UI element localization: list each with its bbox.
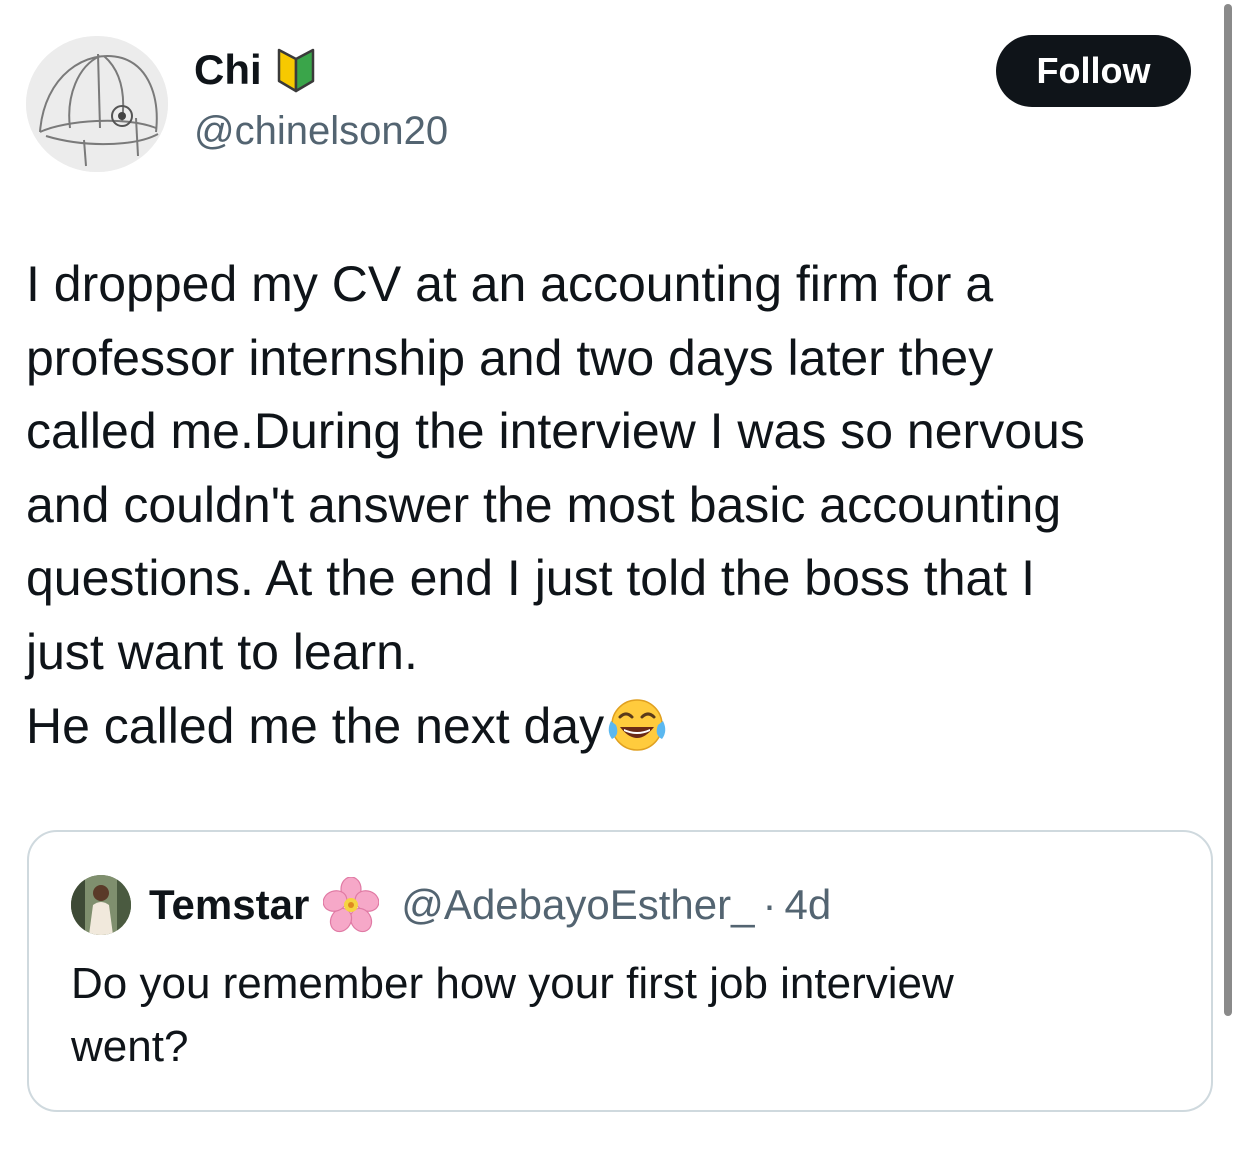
scrollbar-thumb[interactable] <box>1224 4 1232 1016</box>
quoted-author-name[interactable]: Temstar <box>149 881 309 929</box>
follow-button[interactable]: Follow <box>996 35 1191 107</box>
quoted-tweet-time[interactable]: 4d <box>784 881 831 929</box>
quoted-author-handle[interactable]: @AdebayoEsther_ <box>401 881 754 929</box>
tweet-line: questions. At the end I just told the bo… <box>26 550 1035 607</box>
tweet-line: He called me the next day <box>26 697 605 754</box>
quoted-tweet-card[interactable]: Temstar @AdebayoEsther_ · 4d Do you reme… <box>27 830 1213 1112</box>
cherry-blossom-emoji-icon <box>322 876 380 933</box>
tweet-last-line: He called me the next day <box>26 690 1206 764</box>
tweet-line: called me.During the interview I was so … <box>26 403 1085 460</box>
quoted-tweet-line: went? <box>71 1022 189 1071</box>
tweet-line: professor internship and two days later … <box>26 329 994 386</box>
author-avatar[interactable] <box>26 36 168 172</box>
quoted-tweet-line: Do you remember how your first job inter… <box>71 959 954 1008</box>
author-handle[interactable]: @chinelson20 <box>194 106 448 156</box>
beginner-shield-icon <box>276 47 316 93</box>
author-display-name[interactable]: Chi <box>194 44 262 96</box>
tweet-line: and couldn't answer the most basic accou… <box>26 476 1062 533</box>
author-name-row: Chi <box>194 44 316 96</box>
quoted-tweet-header: Temstar @AdebayoEsther_ · 4d <box>149 876 831 934</box>
tears-of-joy-emoji-icon <box>606 695 668 755</box>
tweet-line: I dropped my CV at an accounting firm fo… <box>26 256 994 312</box>
separator-dot: · <box>762 881 777 928</box>
tweet-text: I dropped my CV at an accounting firm fo… <box>26 248 1206 763</box>
tweet-line: just want to learn. <box>26 623 418 680</box>
quoted-tweet-text: Do you remember how your first job inter… <box>71 952 1171 1078</box>
quoted-author-avatar[interactable] <box>71 875 131 935</box>
